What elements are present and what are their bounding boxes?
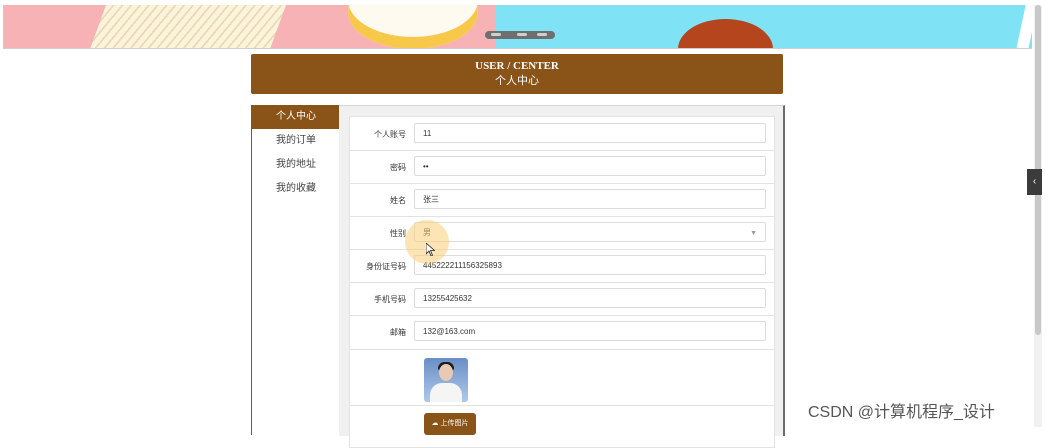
form-row-phone: 手机号码 13255425632 <box>350 283 774 316</box>
gender-select[interactable]: 男 ▼ <box>414 222 766 242</box>
account-label: 个人账号 <box>374 130 406 139</box>
name-input[interactable]: 张三 <box>414 189 766 209</box>
form-row-gender: 性别 男 ▼ <box>350 217 774 250</box>
form-row-id: 身份证号码 445222211156325893 <box>350 250 774 283</box>
avatar <box>424 358 468 402</box>
page-title: USER / CENTER 个人中心 <box>251 54 783 94</box>
gender-value: 男 <box>423 228 431 237</box>
cloud-upload-icon: ☁ <box>431 420 439 427</box>
gender-label: 性别 <box>390 229 406 238</box>
sidebar-item-orders[interactable]: 我的订单 <box>252 129 340 153</box>
page-title-en: USER / CENTER <box>475 60 559 72</box>
form-row-name: 姓名 张三 <box>350 184 774 217</box>
chevron-left-icon: ‹ <box>1032 176 1037 187</box>
watermark: CSDN @计算机程序_设计 <box>808 404 995 421</box>
id-number-input[interactable]: 445222211156325893 <box>414 255 766 275</box>
name-label: 姓名 <box>390 196 406 205</box>
password-label: 密码 <box>390 163 406 172</box>
email-label: 邮箱 <box>390 328 406 337</box>
password-input[interactable]: •• <box>414 156 766 176</box>
email-input[interactable]: 132@163.com <box>414 321 766 341</box>
profile-content: 个人账号 11 密码 •• 姓名 张三 性别 男 ▼ 身份证号码 4452222… <box>339 105 785 448</box>
user-sidebar: 个人中心 我的订单 我的地址 我的收藏 <box>251 105 340 435</box>
upload-button-label: 上传图片 <box>440 420 469 427</box>
phone-label: 手机号码 <box>374 295 406 304</box>
hero-banner <box>3 5 1032 49</box>
mouse-pointer-icon <box>426 243 435 256</box>
account-input[interactable]: 11 <box>414 123 766 143</box>
sidebar-item-address[interactable]: 我的地址 <box>252 153 340 177</box>
page-scrollbar[interactable] <box>1034 5 1042 427</box>
phone-input[interactable]: 13255425632 <box>414 288 766 308</box>
id-number-label: 身份证号码 <box>366 262 406 271</box>
form-row-avatar <box>350 350 774 406</box>
chevron-down-icon: ▼ <box>750 230 757 237</box>
sidebar-item-favorites[interactable]: 我的收藏 <box>252 177 340 201</box>
form-row-email: 邮箱 132@163.com <box>350 316 774 350</box>
sidebar-item-profile[interactable]: 个人中心 <box>252 105 340 129</box>
side-collapse-tab[interactable]: ‹ <box>1027 169 1042 195</box>
form-row-account: 个人账号 11 <box>350 117 774 151</box>
profile-form: 个人账号 11 密码 •• 姓名 张三 性别 男 ▼ 身份证号码 4452222… <box>349 116 775 448</box>
carousel-indicator[interactable] <box>485 31 555 39</box>
upload-image-button[interactable]: ☁ 上传图片 <box>424 413 476 435</box>
page-title-zh: 个人中心 <box>495 75 539 87</box>
form-row-password: 密码 •• <box>350 151 774 184</box>
